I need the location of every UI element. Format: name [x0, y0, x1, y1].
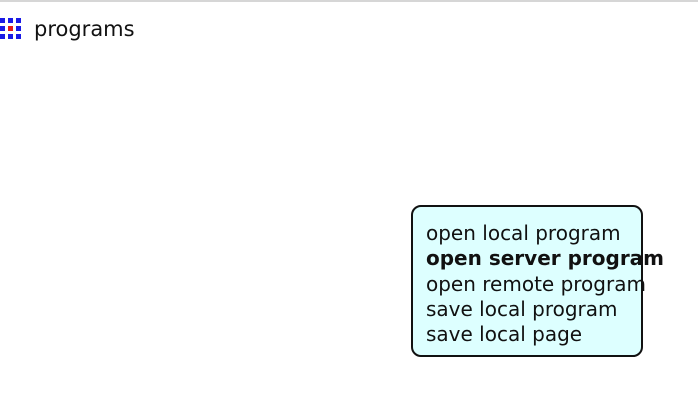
menu-item-save-local-program[interactable]: save local program	[426, 297, 641, 322]
menu-item-open-remote-program[interactable]: open remote program	[426, 272, 646, 297]
header: programs	[0, 14, 135, 44]
program-menu: open local program open server program o…	[411, 205, 664, 357]
menu-item-open-server-program[interactable]: open server program	[426, 246, 664, 271]
page-title: programs	[34, 17, 135, 41]
menu-item-open-local-program[interactable]: open local program	[426, 221, 641, 246]
menu-item-save-local-page[interactable]: save local page	[426, 322, 641, 347]
top-border	[0, 0, 698, 2]
grid-icon[interactable]	[0, 16, 22, 42]
